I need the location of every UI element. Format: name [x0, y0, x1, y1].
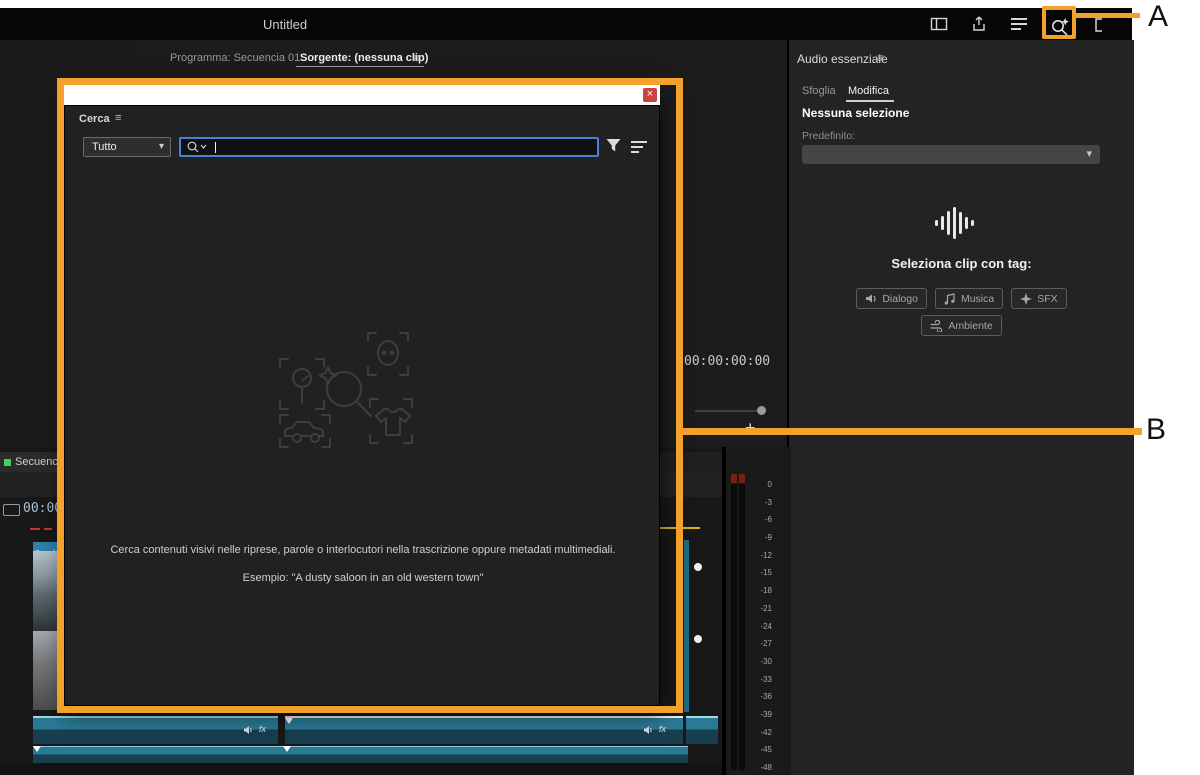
workspaces-icon[interactable] [930, 16, 948, 37]
meter-scale-label: 0 [767, 480, 772, 489]
keyframe-handle-2[interactable] [694, 635, 702, 643]
quick-export-icon[interactable] [1010, 17, 1028, 36]
screenshot-root: Untitled Programma: Secuencia 01 Sorgent… [0, 0, 1200, 775]
meter-scale-label: -9 [764, 533, 772, 543]
panel-toggle-icon[interactable] [1092, 17, 1108, 38]
timeline-footer [0, 763, 722, 775]
meter-scale-label: -45 [760, 745, 772, 755]
tag-row-1: Dialogo Musica SFX [789, 288, 1134, 309]
audio-clip-a1-tail[interactable] [686, 716, 718, 744]
meter-bar-right [739, 484, 745, 770]
essential-sound-menu-icon[interactable]: ≡ [877, 51, 884, 65]
zoom-slider-knob[interactable] [757, 406, 766, 415]
meter-scale-label: -12 [760, 550, 772, 560]
annotation-line-a [1076, 13, 1140, 18]
tag-ambience-label: Ambiente [948, 319, 993, 332]
fx-badge[interactable]: fx [659, 724, 666, 734]
annotation-line-b [676, 428, 1142, 435]
meter-scale-label: -24 [760, 621, 772, 631]
tag-sfx-label: SFX [1037, 292, 1058, 305]
tag-music-button[interactable]: Musica [934, 288, 1004, 309]
tab-program-monitor[interactable]: Programma: Secuencia 01 [170, 52, 300, 64]
speaker-icon [244, 726, 252, 734]
tab-browse[interactable]: Sfoglia [802, 85, 836, 97]
meter-clip-indicator-left[interactable] [731, 474, 737, 483]
marker-red-2 [44, 528, 52, 530]
tag-music-label: Musica [960, 292, 995, 305]
timecode-badge-icon [3, 504, 20, 516]
audio-clip-a2[interactable] [33, 746, 688, 764]
source-tab-underline [296, 66, 424, 67]
meter-clip-indicator-right[interactable] [739, 474, 745, 483]
speaker-icon [644, 726, 652, 734]
meter-scale-label: -15 [760, 568, 772, 578]
ambience-icon [930, 319, 943, 332]
app-title: Untitled [263, 17, 308, 32]
sequence-active-dot [4, 459, 11, 466]
no-selection-text: Nessuna selezione [802, 106, 910, 120]
meter-bar-left [731, 484, 737, 770]
export-share-icon[interactable] [970, 15, 988, 38]
source-panel-menu-icon[interactable]: ≡ [413, 51, 420, 65]
clip-edit-marker [283, 746, 291, 752]
marker-red-1 [30, 528, 40, 530]
annotation-box-a [1042, 6, 1076, 39]
app-titlebar: Untitled [0, 8, 1132, 40]
essential-sound-title[interactable]: Audio essenziale [797, 52, 888, 66]
meter-scale-label: -30 [760, 656, 772, 666]
audio-meters-panel: 0 -3 -6 -9 -12 -15 -18 -21 -24 -27 -30 -33 -36 -39 -42… [722, 447, 791, 775]
meter-scale-label: -3 [764, 497, 772, 507]
annotation-label-b: B [1146, 413, 1167, 446]
tab-edit-underline [846, 100, 894, 102]
preset-label: Predefinito: [802, 130, 856, 142]
keyframe-handle-1[interactable] [694, 563, 702, 571]
fx-badge[interactable]: fx [259, 724, 266, 734]
tag-dialogue-label: Dialogo [882, 292, 918, 305]
essential-sound-panel: Audio essenziale ≡ Sfoglia Modifica Ness… [787, 40, 1134, 775]
sfx-icon [1020, 292, 1033, 305]
meter-scale-label: -27 [760, 639, 772, 649]
tag-heading: Seleziona clip con tag: [891, 256, 1032, 271]
clip-edit-marker [285, 718, 293, 724]
meter-scale-label: -33 [760, 674, 772, 684]
dialogue-icon [866, 294, 876, 303]
music-icon [944, 292, 955, 305]
meter-scale-label: -36 [760, 692, 772, 702]
tag-sfx-button[interactable]: SFX [1011, 288, 1067, 309]
tag-dialogue-button[interactable]: Dialogo [856, 288, 927, 309]
video-clip-sliver [684, 540, 689, 712]
audio-clip-a1-right[interactable]: fx [285, 716, 683, 744]
meter-scale-label: -21 [760, 603, 772, 613]
tab-edit[interactable]: Modifica [848, 85, 889, 97]
program-timecode: 00:00:00:00 [684, 354, 771, 369]
zoom-slider-track[interactable] [695, 410, 757, 412]
clip-edit-marker [33, 746, 41, 752]
audio-clip-a1-left[interactable]: fx [33, 716, 278, 744]
meter-scale-label: -39 [760, 709, 772, 719]
meter-scale-label: -48 [760, 763, 772, 772]
tag-ambience-button[interactable]: Ambiente [921, 315, 1002, 336]
meter-scale: 0 -3 -6 -9 -12 -15 -18 -21 -24 -27 -30 -33 -36 -39 -42… [750, 480, 772, 772]
chevron-down-icon: ▾ [1086, 148, 1092, 160]
tag-row-2: Ambiente [789, 315, 1134, 336]
annotation-box-dialog [57, 78, 683, 713]
tab-source-monitor[interactable]: Sorgente: (nessuna clip) [300, 52, 428, 64]
meter-scale-label: -6 [764, 515, 772, 525]
preset-dropdown[interactable]: ▾ [802, 145, 1100, 164]
annotation-label-a: A [1148, 0, 1169, 33]
meter-scale-label: -18 [760, 586, 772, 596]
meter-scale-label: -42 [760, 727, 772, 737]
waveform-icon [933, 206, 979, 245]
